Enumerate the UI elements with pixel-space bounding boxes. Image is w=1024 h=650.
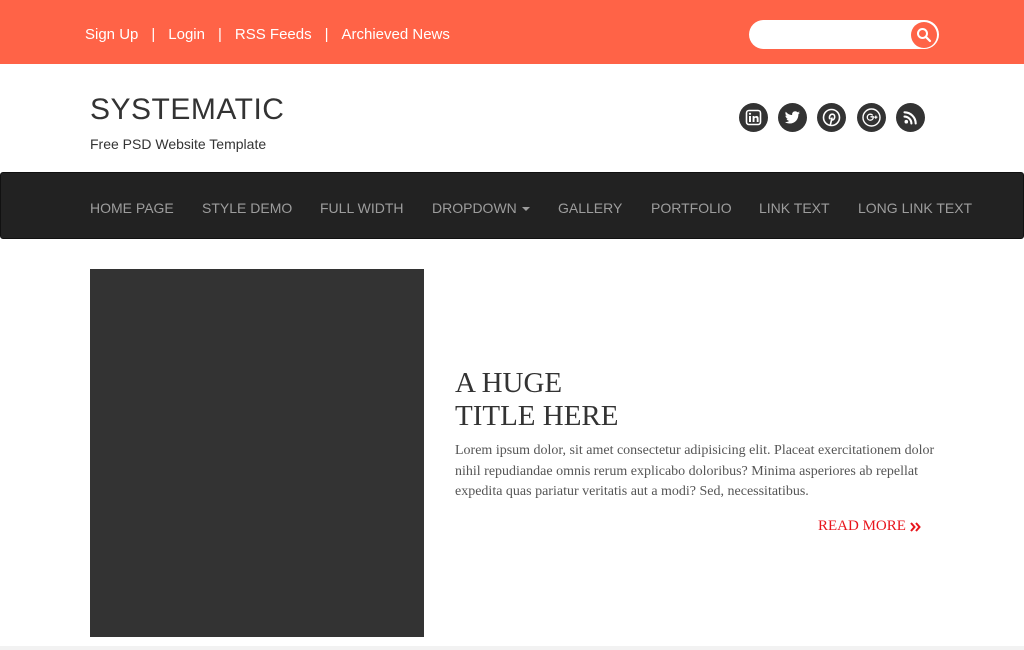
main-nav: HOME PAGE STYLE DEMO FULL WIDTH DROPDOWN… bbox=[0, 172, 1024, 239]
nav-item-home-page[interactable]: HOME PAGE bbox=[90, 200, 174, 216]
rss-feeds-link[interactable]: RSS Feeds bbox=[235, 26, 312, 43]
caret-down-icon bbox=[521, 207, 530, 212]
footer-divider bbox=[0, 646, 1024, 650]
search-button[interactable] bbox=[911, 22, 937, 48]
separator: | bbox=[151, 25, 156, 43]
nav-item-dropdown[interactable]: DROPDOWN bbox=[432, 200, 530, 216]
search-icon bbox=[917, 28, 932, 43]
featured-image-placeholder bbox=[90, 269, 424, 637]
article-title: A HUGE TITLE HERE bbox=[455, 367, 618, 433]
site-title: SYSTEMATIC bbox=[90, 93, 285, 126]
article-title-line-1: A HUGE bbox=[455, 367, 563, 399]
pinterest-icon bbox=[822, 108, 841, 127]
pinterest-link[interactable] bbox=[817, 103, 846, 132]
google-plus-icon bbox=[862, 108, 881, 127]
article-title-line-2: TITLE HERE bbox=[455, 400, 619, 432]
linkedin-icon bbox=[745, 109, 762, 126]
separator: | bbox=[324, 25, 329, 43]
double-chevron-right-icon bbox=[910, 521, 921, 532]
read-more-label: READ MORE bbox=[818, 518, 906, 534]
article-excerpt: Lorem ipsum dolor, sit amet consectetur … bbox=[455, 443, 935, 499]
separator: | bbox=[217, 25, 222, 43]
nav-item-long-link-text[interactable]: LONG LINK TEXT bbox=[858, 200, 972, 216]
top-links: Sign Up | Login | RSS Feeds | Archieved … bbox=[85, 25, 450, 43]
search-input[interactable] bbox=[761, 25, 915, 46]
rss-icon bbox=[903, 111, 917, 125]
archieved-news-link[interactable]: Archieved News bbox=[342, 26, 450, 43]
twitter-icon bbox=[784, 111, 800, 124]
google-plus-link[interactable] bbox=[857, 103, 886, 132]
nav-item-style-demo[interactable]: STYLE DEMO bbox=[202, 200, 292, 216]
rss-link[interactable] bbox=[896, 103, 925, 132]
sign-up-link[interactable]: Sign Up bbox=[85, 26, 138, 43]
twitter-link[interactable] bbox=[778, 103, 807, 132]
nav-item-dropdown-label: DROPDOWN bbox=[432, 200, 517, 216]
site-tagline: Free PSD Website Template bbox=[90, 136, 267, 152]
nav-item-full-width[interactable]: FULL WIDTH bbox=[320, 200, 403, 216]
read-more-link[interactable]: READ MORE bbox=[818, 518, 921, 535]
linkedin-link[interactable] bbox=[739, 103, 768, 132]
nav-item-link-text[interactable]: LINK TEXT bbox=[759, 200, 830, 216]
nav-item-portfolio[interactable]: PORTFOLIO bbox=[651, 200, 732, 216]
login-link[interactable]: Login bbox=[168, 26, 205, 43]
nav-item-gallery[interactable]: GALLERY bbox=[558, 200, 622, 216]
